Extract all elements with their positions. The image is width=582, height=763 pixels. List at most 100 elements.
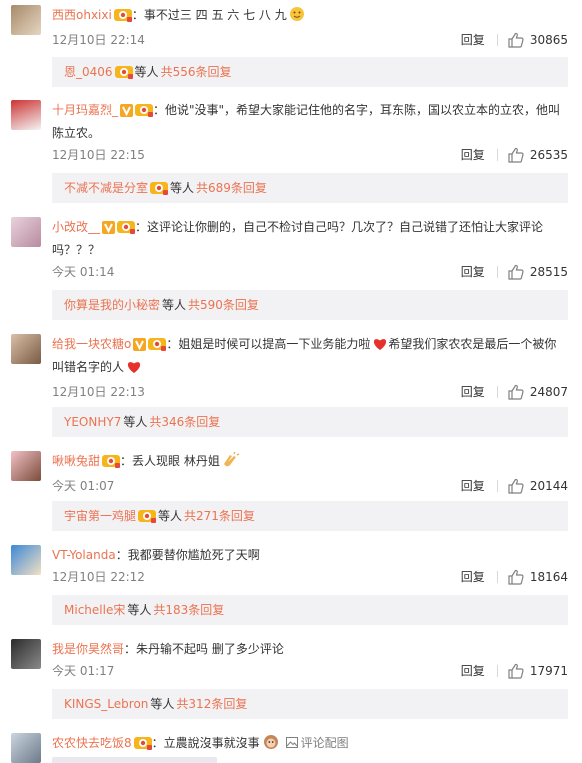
comment-text: ：丢人现眼 林丹姐 <box>120 454 220 468</box>
thumbs-up-icon <box>508 478 524 494</box>
reply-username[interactable]: 恩_0406 <box>64 65 113 79</box>
comment-username[interactable]: 西西ohxixi <box>52 8 112 22</box>
reply-button[interactable]: 回复 <box>461 145 485 165</box>
comment-time: 12月10日 22:12 <box>52 570 145 584</box>
reply-username[interactable]: YEONHY7 <box>64 415 121 429</box>
thumbs-up-icon <box>508 569 524 585</box>
divider <box>496 480 498 492</box>
reply-count-link[interactable]: 共556条回复 <box>161 65 232 79</box>
reply-username[interactable]: Michelle宋 <box>64 603 125 617</box>
reply-count-link[interactable]: 共346条回复 <box>149 415 220 429</box>
comment-username[interactable]: 给我一块农糖o <box>52 337 131 351</box>
divider <box>496 386 498 398</box>
comment-image-label: 评论配图 <box>300 736 349 750</box>
divider <box>496 665 498 677</box>
avatar[interactable] <box>11 639 41 669</box>
vip-badge-icon <box>138 504 157 534</box>
smile-emoji-icon <box>289 6 305 28</box>
vip-badge-icon <box>133 736 152 756</box>
etc-label: 等人 <box>162 298 187 312</box>
comment-text: ：朱丹输不起吗 删了多少评论 <box>124 642 284 656</box>
reply-username[interactable]: KINGS_Lebron <box>64 697 148 711</box>
monkey-emoji-icon <box>262 734 280 756</box>
divider <box>496 571 498 583</box>
comment-username[interactable]: 小改改__ <box>52 220 100 234</box>
vip-badge-icon <box>135 103 154 123</box>
thumbs-up-icon <box>508 663 524 679</box>
thumbs-up-icon <box>508 384 524 400</box>
etc-label: 等人 <box>127 603 152 617</box>
heart-emoji-icon <box>372 337 388 357</box>
comment-time: 12月10日 22:13 <box>52 385 145 399</box>
like-button[interactable]: 17971 <box>508 661 568 681</box>
comment-username[interactable]: VT-Yolanda <box>52 548 116 562</box>
thumbs-up-icon <box>508 147 524 163</box>
comment-time: 今天 01:17 <box>52 664 115 678</box>
vip-badge-icon <box>114 60 133 90</box>
reply-count-link[interactable]: 共271条回复 <box>184 509 255 523</box>
v-badge-icon <box>101 220 117 240</box>
divider <box>496 266 498 278</box>
comment-image-link[interactable]: 评论配图 <box>285 736 349 750</box>
reply-count-link[interactable]: 共183条回复 <box>153 603 224 617</box>
like-button[interactable]: 18164 <box>508 567 568 587</box>
clap-emoji-icon <box>222 451 240 474</box>
reply-username[interactable]: 宇宙第一鸡腿 <box>64 509 136 523</box>
reply-button[interactable]: 回复 <box>461 476 485 496</box>
like-button[interactable]: 20144 <box>508 476 568 496</box>
sub-replies: KINGS_Lebron 等人 共312条回复 <box>52 689 568 719</box>
comment-time: 12月10日 22:15 <box>52 148 145 162</box>
comment-time: 今天 01:14 <box>52 265 115 279</box>
comment-username[interactable]: 十月玛嘉烈_ <box>52 103 118 117</box>
avatar[interactable] <box>11 5 41 35</box>
avatar[interactable] <box>11 100 41 130</box>
reply-button[interactable]: 回复 <box>461 661 485 681</box>
like-button[interactable]: 26535 <box>508 145 568 165</box>
reply-button[interactable]: 回复 <box>461 567 485 587</box>
comment-image-thumbnail[interactable] <box>52 757 217 763</box>
reply-username[interactable]: 不减不减是分室 <box>64 181 148 195</box>
reply-username[interactable]: 你算是我的小秘密 <box>64 298 160 312</box>
avatar[interactable] <box>11 451 41 481</box>
like-count: 20144 <box>529 479 568 493</box>
comment-username[interactable]: 我是你昊然哥 <box>52 642 124 656</box>
v-badge-icon <box>119 103 135 123</box>
sub-replies: YEONHY7 等人 共346条回复 <box>52 407 568 437</box>
like-count: 30865 <box>529 33 568 47</box>
comment-username[interactable]: 农农快去吃饭8 <box>52 736 132 750</box>
like-button[interactable]: 30865 <box>508 30 568 50</box>
sub-replies: Michelle宋 等人 共183条回复 <box>52 595 568 625</box>
like-count: 26535 <box>529 148 568 162</box>
image-icon <box>285 737 298 748</box>
reply-count-link[interactable]: 共689条回复 <box>196 181 267 195</box>
etc-label: 等人 <box>134 65 159 79</box>
reply-button[interactable]: 回复 <box>461 382 485 402</box>
avatar[interactable] <box>11 545 41 575</box>
comment-username[interactable]: 啾啾兔甜 <box>52 454 100 468</box>
like-button[interactable]: 24807 <box>508 382 568 402</box>
like-count: 28515 <box>529 265 568 279</box>
like-button[interactable]: 28515 <box>508 262 568 282</box>
comment-text: ：姐姐是时候可以提高一下业务能力啦 <box>166 337 371 351</box>
etc-label: 等人 <box>170 181 195 195</box>
heart-emoji-icon <box>126 360 142 380</box>
vip-badge-icon <box>113 8 132 28</box>
avatar[interactable] <box>11 217 41 247</box>
avatar[interactable] <box>11 733 41 763</box>
reply-count-link[interactable]: 共590条回复 <box>188 298 259 312</box>
avatar[interactable] <box>11 334 41 364</box>
sub-replies: 宇宙第一鸡腿 等人 共271条回复 <box>52 501 568 531</box>
like-count: 17971 <box>529 664 568 678</box>
thumbs-up-icon <box>508 264 524 280</box>
reply-count-link[interactable]: 共312条回复 <box>176 697 247 711</box>
etc-label: 等人 <box>158 509 183 523</box>
vip-badge-icon <box>102 454 121 474</box>
divider <box>496 149 498 161</box>
sub-replies: 恩_0406 等人 共556条回复 <box>52 57 568 87</box>
reply-button[interactable]: 回复 <box>461 30 485 50</box>
vip-badge-icon <box>148 337 167 357</box>
reply-button[interactable]: 回复 <box>461 262 485 282</box>
etc-label: 等人 <box>123 415 148 429</box>
thumbs-up-icon <box>508 32 524 48</box>
vip-badge-icon <box>150 176 169 206</box>
